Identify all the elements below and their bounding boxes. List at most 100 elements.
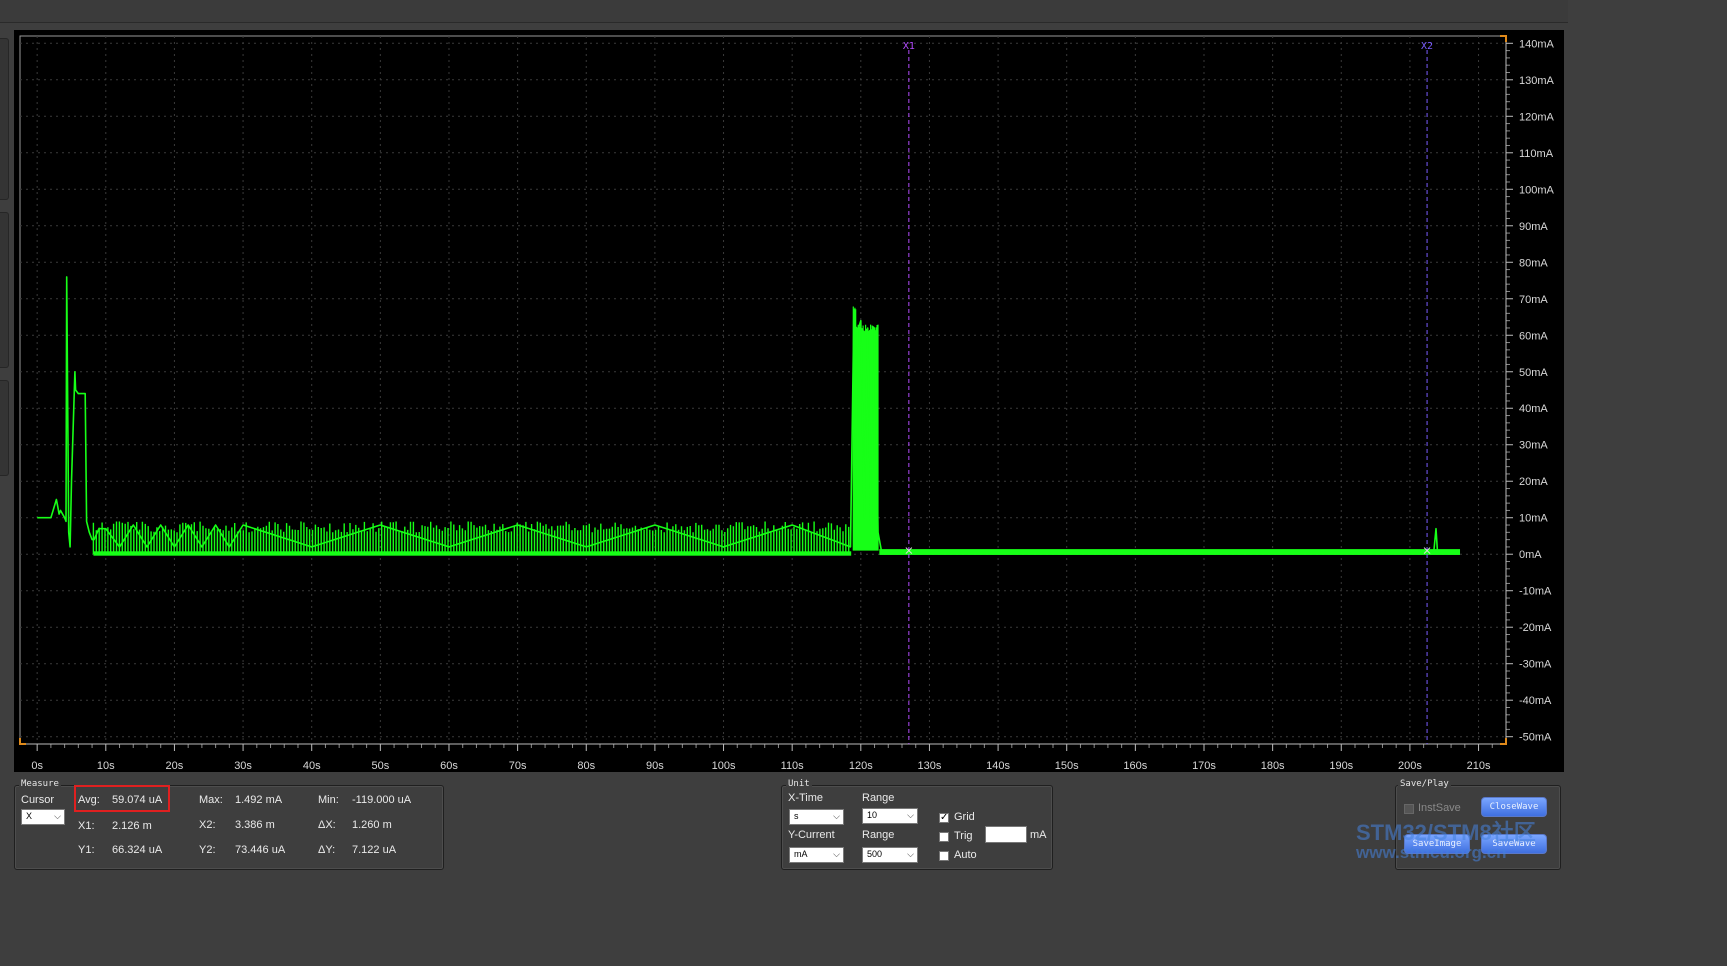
yrange-select-value: 500	[867, 849, 883, 859]
x-tick-label: 60s	[440, 760, 458, 772]
corner-mark	[1500, 35, 1507, 42]
auto-checkbox[interactable]	[939, 851, 949, 861]
xrange-select-value: 10	[867, 810, 878, 820]
dx-label: ΔX:	[318, 819, 336, 831]
yrange-label: Range	[862, 829, 895, 841]
xtime-select[interactable]: s ⌵	[789, 809, 844, 825]
x-tick-label: 150s	[1055, 760, 1079, 772]
chevron-down-icon: ⌵	[907, 810, 914, 820]
y2-label: Y2:	[199, 844, 216, 856]
x2-label: X2:	[199, 819, 216, 831]
y-tick-label: 30mA	[1519, 440, 1548, 452]
y-tick-label: 40mA	[1519, 403, 1548, 415]
ycurrent-label: Y-Current	[788, 829, 835, 841]
y-tick-label: 110mA	[1519, 148, 1554, 160]
ycurrent-select-value: mA	[794, 849, 808, 859]
x-tick-label: 30s	[234, 760, 252, 772]
chevron-down-icon: ⌵	[54, 811, 61, 821]
y-tick-label: 140mA	[1519, 38, 1555, 50]
max-value: 1.492 mA	[235, 794, 283, 806]
side-panel-tab[interactable]	[0, 380, 9, 476]
cursor-label: Cursor	[21, 794, 55, 806]
instsave-label: InstSave	[1418, 802, 1461, 814]
watermark-line1: STM32/STM8社区	[1356, 820, 1536, 845]
waveform-plot[interactable]: 140mA 130mA 120mA 110mA 100mA 90mA 80mA 70mA 60m…	[14, 30, 1564, 772]
yrange-select[interactable]: 500 ⌵	[862, 847, 918, 863]
y-tick-label: -50mA	[1519, 732, 1552, 744]
y-tick-label: 80mA	[1519, 257, 1548, 269]
avg-value: 59.074 uA	[112, 794, 163, 806]
x-tick-label: 130s	[918, 760, 942, 772]
xrange-select[interactable]: 10 ⌵	[862, 808, 918, 824]
cursor-label: X2	[1421, 41, 1433, 52]
cursor-select[interactable]: X ⌵	[21, 809, 65, 825]
x-tick-label: 10s	[97, 760, 115, 772]
max-label: Max:	[199, 794, 223, 806]
x-tick-label: 80s	[577, 760, 595, 772]
y-tick-label: 130mA	[1519, 75, 1555, 87]
watermark: STM32/STM8社区 www.stmcu.org.cn	[1356, 822, 1536, 862]
instsave-checkbox[interactable]	[1404, 804, 1414, 814]
y-tick-label: -20mA	[1519, 622, 1552, 634]
x-tick-label: 140s	[986, 760, 1010, 772]
top-toolbar	[0, 0, 1568, 23]
y-tick-label: 10mA	[1519, 513, 1548, 525]
x1-label: X1:	[78, 820, 95, 832]
grid-checkbox[interactable]: ✓	[939, 813, 949, 823]
x-tick-label: 90s	[646, 760, 664, 772]
cursor-select-value: X	[26, 811, 33, 821]
y-tick-label: -30mA	[1519, 659, 1552, 671]
y1-label: Y1:	[78, 844, 95, 856]
unit-group-title: Unit	[786, 779, 812, 789]
y2-value: 73.446 uA	[235, 844, 286, 856]
ycurrent-select[interactable]: mA ⌵	[789, 847, 844, 863]
y-tick-label: 20mA	[1519, 476, 1548, 488]
closewave-button[interactable]: CloseWave	[1481, 797, 1547, 817]
auto-label: Auto	[954, 849, 977, 861]
saveplay-group-title: Save/Play	[1398, 779, 1451, 789]
y-tick-label: 120mA	[1519, 111, 1555, 123]
corner-mark	[1500, 738, 1507, 745]
y-tick-label: -40mA	[1519, 695, 1552, 707]
x-tick-label: 70s	[509, 760, 527, 772]
side-panel-tab[interactable]	[0, 38, 9, 200]
y-tick-label: 0mA	[1519, 549, 1542, 561]
x1-value: 2.126 m	[112, 820, 152, 832]
trace-baseline-band	[93, 551, 852, 556]
chevron-down-icon: ⌵	[907, 849, 914, 859]
x-tick-label: 120s	[849, 760, 873, 772]
checkmark-icon: ✓	[940, 812, 949, 823]
y-tick-label: 90mA	[1519, 221, 1548, 233]
xtime-label: X-Time	[788, 792, 824, 804]
corner-mark	[19, 738, 26, 745]
x-tick-label: 190s	[1329, 760, 1353, 772]
side-panel-tab[interactable]	[0, 212, 9, 368]
xtime-select-value: s	[794, 811, 799, 821]
trig-unit-label: mA	[1030, 829, 1047, 841]
grid-label: Grid	[954, 811, 975, 823]
watermark-line2: www.stmcu.org.cn	[1356, 843, 1507, 862]
avg-label: Avg:	[78, 794, 100, 806]
x-tick-label: 0s	[31, 760, 43, 772]
dx-value: 1.260 m	[352, 819, 392, 831]
x-tick-label: 20s	[166, 760, 184, 772]
xrange-label: Range	[862, 792, 895, 804]
x-tick-label: 160s	[1123, 760, 1147, 772]
x-tick-label: 180s	[1261, 760, 1285, 772]
x-tick-label: 170s	[1192, 760, 1216, 772]
y-tick-label: 60mA	[1519, 330, 1548, 342]
x2-value: 3.386 m	[235, 819, 275, 831]
y-tick-label: 100mA	[1519, 184, 1555, 196]
trig-level-input[interactable]	[985, 826, 1027, 843]
trig-checkbox[interactable]	[939, 832, 949, 842]
min-value: -119.000 uA	[352, 794, 412, 806]
x-tick-label: 100s	[712, 760, 736, 772]
y-tick-label: 50mA	[1519, 367, 1548, 379]
y-tick-label: -10mA	[1519, 586, 1552, 598]
y1-value: 66.324 uA	[112, 844, 163, 856]
x-tick-label: 50s	[371, 760, 389, 772]
measure-group-title: Measure	[19, 779, 61, 789]
trig-label: Trig	[954, 830, 973, 842]
waveform-svg[interactable]: 140mA 130mA 120mA 110mA 100mA 90mA 80mA 70mA 60m…	[14, 30, 1564, 772]
chevron-down-icon: ⌵	[833, 849, 840, 859]
